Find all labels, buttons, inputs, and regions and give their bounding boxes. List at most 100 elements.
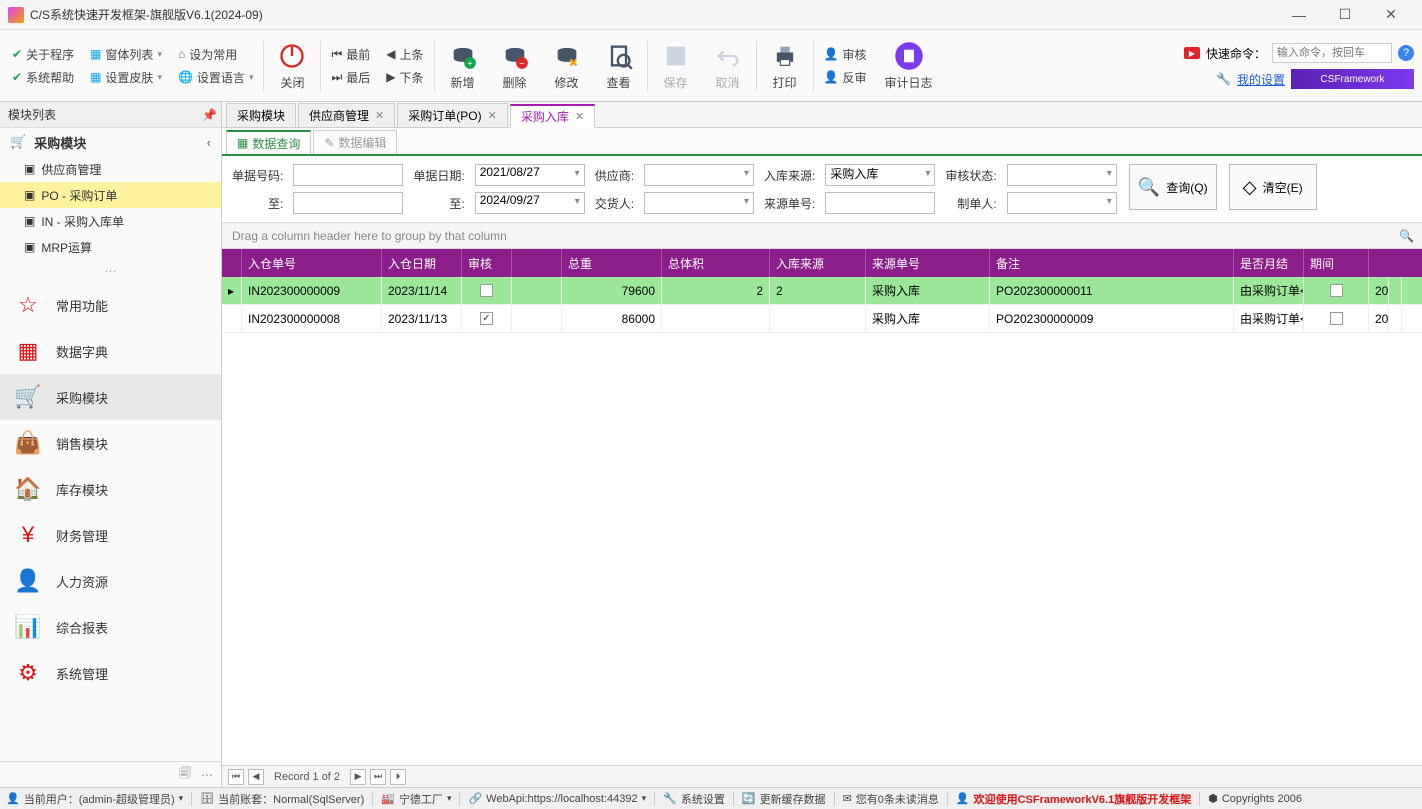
- tree-item[interactable]: ▣PO - 采购订单: [0, 182, 221, 208]
- column-header[interactable]: 总体积: [662, 249, 770, 277]
- pin-icon[interactable]: 📌: [202, 108, 217, 122]
- column-header[interactable]: 总重: [562, 249, 662, 277]
- bignav-item[interactable]: ☆常用功能: [0, 282, 221, 328]
- star-icon: ☆: [14, 291, 42, 319]
- label-docno: 单据号码:: [232, 167, 283, 184]
- close-icon[interactable]: ✕: [375, 109, 384, 122]
- csframework-banner[interactable]: CSFramework: [1291, 69, 1414, 89]
- nav-last[interactable]: ⏭: [370, 769, 386, 785]
- save-button[interactable]: 保存: [650, 40, 702, 91]
- next-button[interactable]: ▶下条: [382, 67, 427, 88]
- table-cell: 2023/11/14: [382, 277, 462, 304]
- input-maker[interactable]: [1007, 192, 1117, 214]
- nav-prev[interactable]: ◀: [248, 769, 264, 785]
- input-insource[interactable]: 采购入库: [825, 164, 935, 186]
- subtab-query[interactable]: ▦数据查询: [226, 130, 311, 154]
- nav-first[interactable]: ⏮: [228, 769, 244, 785]
- more-icon[interactable]: ⋯: [201, 768, 213, 782]
- maximize-button[interactable]: ☐: [1322, 0, 1368, 30]
- column-header[interactable]: [512, 249, 562, 277]
- column-header[interactable]: 入仓日期: [382, 249, 462, 277]
- winlist-button[interactable]: ▦窗体列表▾: [86, 44, 166, 65]
- column-header[interactable]: 备注: [990, 249, 1234, 277]
- bignav-item[interactable]: ¥财务管理: [0, 512, 221, 558]
- status-user[interactable]: 👤当前用户：(admin-超级管理员)▾: [6, 791, 183, 807]
- quickcmd-input[interactable]: [1272, 43, 1392, 63]
- module-header[interactable]: 🛒 采购模块 ‹: [0, 128, 221, 156]
- status-messages[interactable]: ✉您有0条未读消息: [843, 791, 939, 807]
- help-icon[interactable]: ?: [1398, 45, 1414, 61]
- status-syssetting[interactable]: 🔧系统设置: [663, 791, 725, 807]
- status-webapi[interactable]: 🔗WebApi:https://localhost:44392▾: [468, 792, 646, 805]
- clear-button[interactable]: ◇清空(E): [1229, 164, 1317, 210]
- input-delivery[interactable]: [644, 192, 754, 214]
- prev-button[interactable]: ◀上条: [382, 44, 427, 65]
- lang-button[interactable]: 🌐设置语言▾: [174, 67, 258, 88]
- input-date-to[interactable]: 2024/09/27: [475, 192, 585, 214]
- close-icon[interactable]: ✕: [488, 109, 497, 122]
- nav-next[interactable]: ▶: [350, 769, 366, 785]
- group-bar[interactable]: Drag a column header here to group by th…: [222, 223, 1422, 249]
- table-row[interactable]: ▸IN2023000000092023/11/147960022采购入库PO20…: [222, 277, 1422, 305]
- bignav-item[interactable]: 👤人力资源: [0, 558, 221, 604]
- minimize-button[interactable]: —: [1276, 0, 1322, 30]
- column-header[interactable]: 审核: [462, 249, 512, 277]
- bignav-item[interactable]: 👜销售模块: [0, 420, 221, 466]
- view-button[interactable]: 查看: [593, 40, 645, 91]
- input-docno[interactable]: [293, 164, 403, 186]
- subtab-edit[interactable]: ✎数据编辑: [313, 130, 397, 154]
- input-supplier[interactable]: [644, 164, 754, 186]
- copy-icon[interactable]: 🗐: [179, 764, 191, 785]
- syshelp-button[interactable]: ✔系统帮助: [8, 67, 78, 88]
- close-window-button[interactable]: ✕: [1368, 0, 1414, 30]
- edit-icon: [551, 40, 583, 72]
- nav-end[interactable]: ⏵: [390, 769, 406, 785]
- input-sourceno[interactable]: [825, 192, 935, 214]
- query-button[interactable]: 🔍查询(Q): [1129, 164, 1217, 210]
- column-header[interactable]: 期间: [1304, 249, 1369, 277]
- setdefault-button[interactable]: ⌂设为常用: [174, 44, 258, 65]
- last-button[interactable]: ⏭最后: [327, 67, 374, 88]
- table-cell: PO202300000011: [990, 277, 1234, 304]
- main-toolbar: ✔关于程序 ✔系统帮助 ▦窗体列表▾ ▦设置皮肤▾ ⌂设为常用 🌐设置语言▾ 关…: [0, 30, 1422, 102]
- status-refresh[interactable]: 🔄更新缓存数据: [742, 791, 826, 807]
- bignav-item[interactable]: 🛒采购模块: [0, 374, 221, 420]
- delete-button[interactable]: −删除: [489, 40, 541, 91]
- first-button[interactable]: ⏮最前: [327, 44, 374, 65]
- tree-item[interactable]: ▣IN - 采购入库单: [0, 208, 221, 234]
- print-button[interactable]: 打印: [759, 40, 811, 91]
- cancel-button[interactable]: 取消: [702, 40, 754, 91]
- status-factory[interactable]: 🏭宁德工厂▾: [381, 791, 451, 807]
- skin-button[interactable]: ▦设置皮肤▾: [86, 67, 166, 88]
- tree-item[interactable]: ▣供应商管理: [0, 156, 221, 182]
- column-header[interactable]: 是否月结: [1234, 249, 1304, 277]
- doc-tab[interactable]: 采购模块: [226, 103, 296, 127]
- column-header[interactable]: 来源单号: [866, 249, 990, 277]
- column-header[interactable]: 入库来源: [770, 249, 866, 277]
- about-button[interactable]: ✔关于程序: [8, 44, 78, 65]
- bignav-item[interactable]: 🏠库存模块: [0, 466, 221, 512]
- audit-button[interactable]: 👤审核: [820, 44, 871, 65]
- close-button[interactable]: 关闭: [266, 40, 318, 91]
- bignav-item[interactable]: ▦数据字典: [0, 328, 221, 374]
- bignav-item[interactable]: 📊综合报表: [0, 604, 221, 650]
- auditlog-button[interactable]: 审计日志: [875, 40, 943, 91]
- search-icon[interactable]: 🔍: [1399, 229, 1414, 243]
- doc-tab[interactable]: 采购入库✕: [510, 104, 595, 128]
- column-header[interactable]: 入仓单号: [242, 249, 382, 277]
- table-cell: 202304: [1369, 305, 1389, 332]
- input-date-from[interactable]: 2021/08/27: [475, 164, 585, 186]
- doc-tab[interactable]: 供应商管理✕: [298, 103, 395, 127]
- input-auditstatus[interactable]: [1007, 164, 1117, 186]
- doc-tab[interactable]: 采购订单(PO)✕: [397, 103, 508, 127]
- tree-item[interactable]: ▣MRP运算: [0, 234, 221, 260]
- mysettings-link[interactable]: 我的设置: [1237, 71, 1285, 88]
- youtube-icon[interactable]: ▶: [1184, 47, 1200, 59]
- input-docno-to[interactable]: [293, 192, 403, 214]
- modify-button[interactable]: 修改: [541, 40, 593, 91]
- unaudit-button[interactable]: 👤反审: [820, 67, 871, 88]
- close-icon[interactable]: ✕: [575, 110, 584, 123]
- table-row[interactable]: IN2023000000082023/11/13✓86000采购入库PO2023…: [222, 305, 1422, 333]
- bignav-item[interactable]: ⚙系统管理: [0, 650, 221, 696]
- add-button[interactable]: +新增: [437, 40, 489, 91]
